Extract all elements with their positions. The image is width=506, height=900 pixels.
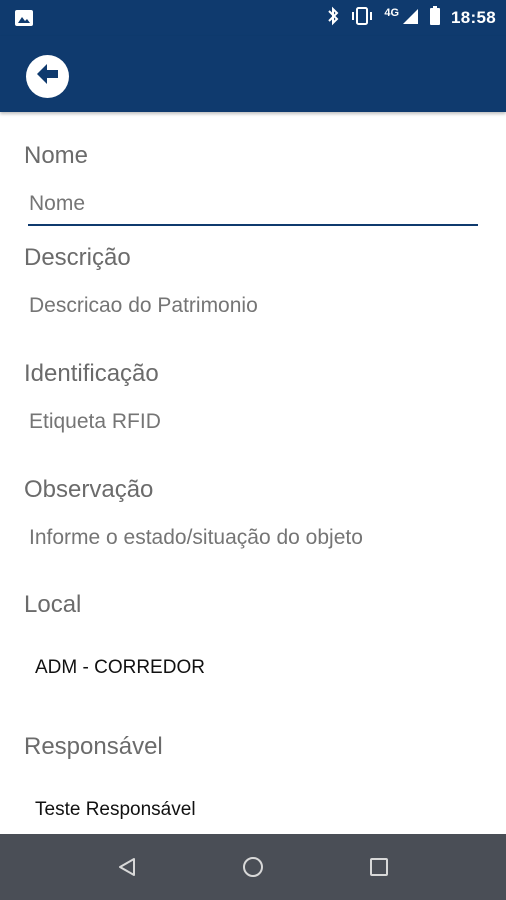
responsavel-label: Responsável (24, 733, 163, 760)
navigation-bar (0, 834, 506, 900)
local-select[interactable]: ADM - CORREDOR (35, 657, 205, 679)
observacao-input[interactable] (29, 526, 479, 550)
home-circle-icon[interactable] (238, 852, 268, 882)
nome-input-underline (28, 224, 478, 226)
bluetooth-icon (326, 6, 340, 31)
nome-label: Nome (24, 142, 89, 169)
responsavel-select[interactable]: Teste Responsável (35, 799, 196, 821)
nome-input[interactable] (29, 192, 469, 216)
arrow-left-icon (35, 62, 61, 91)
network-type: 4G (384, 7, 400, 19)
identificacao-input[interactable] (29, 410, 469, 434)
descricao-input[interactable] (29, 294, 469, 318)
local-label: Local (24, 591, 82, 618)
image-icon (14, 9, 34, 32)
back-button[interactable] (26, 55, 69, 98)
clock: 18:58 (451, 8, 496, 27)
signal-icon (401, 7, 419, 30)
descricao-label: Descrição (24, 244, 131, 271)
observacao-label: Observação (24, 476, 154, 503)
identificacao-label: Identificação (24, 360, 159, 387)
back-triangle-icon[interactable] (112, 852, 142, 882)
recents-square-icon[interactable] (364, 852, 394, 882)
status-bar: 4G 18:58 (0, 0, 506, 36)
battery-icon (429, 5, 441, 31)
vibrate-icon (350, 6, 374, 31)
app-bar (0, 36, 506, 112)
form: Nome Descrição Identificação Observação … (0, 112, 506, 834)
